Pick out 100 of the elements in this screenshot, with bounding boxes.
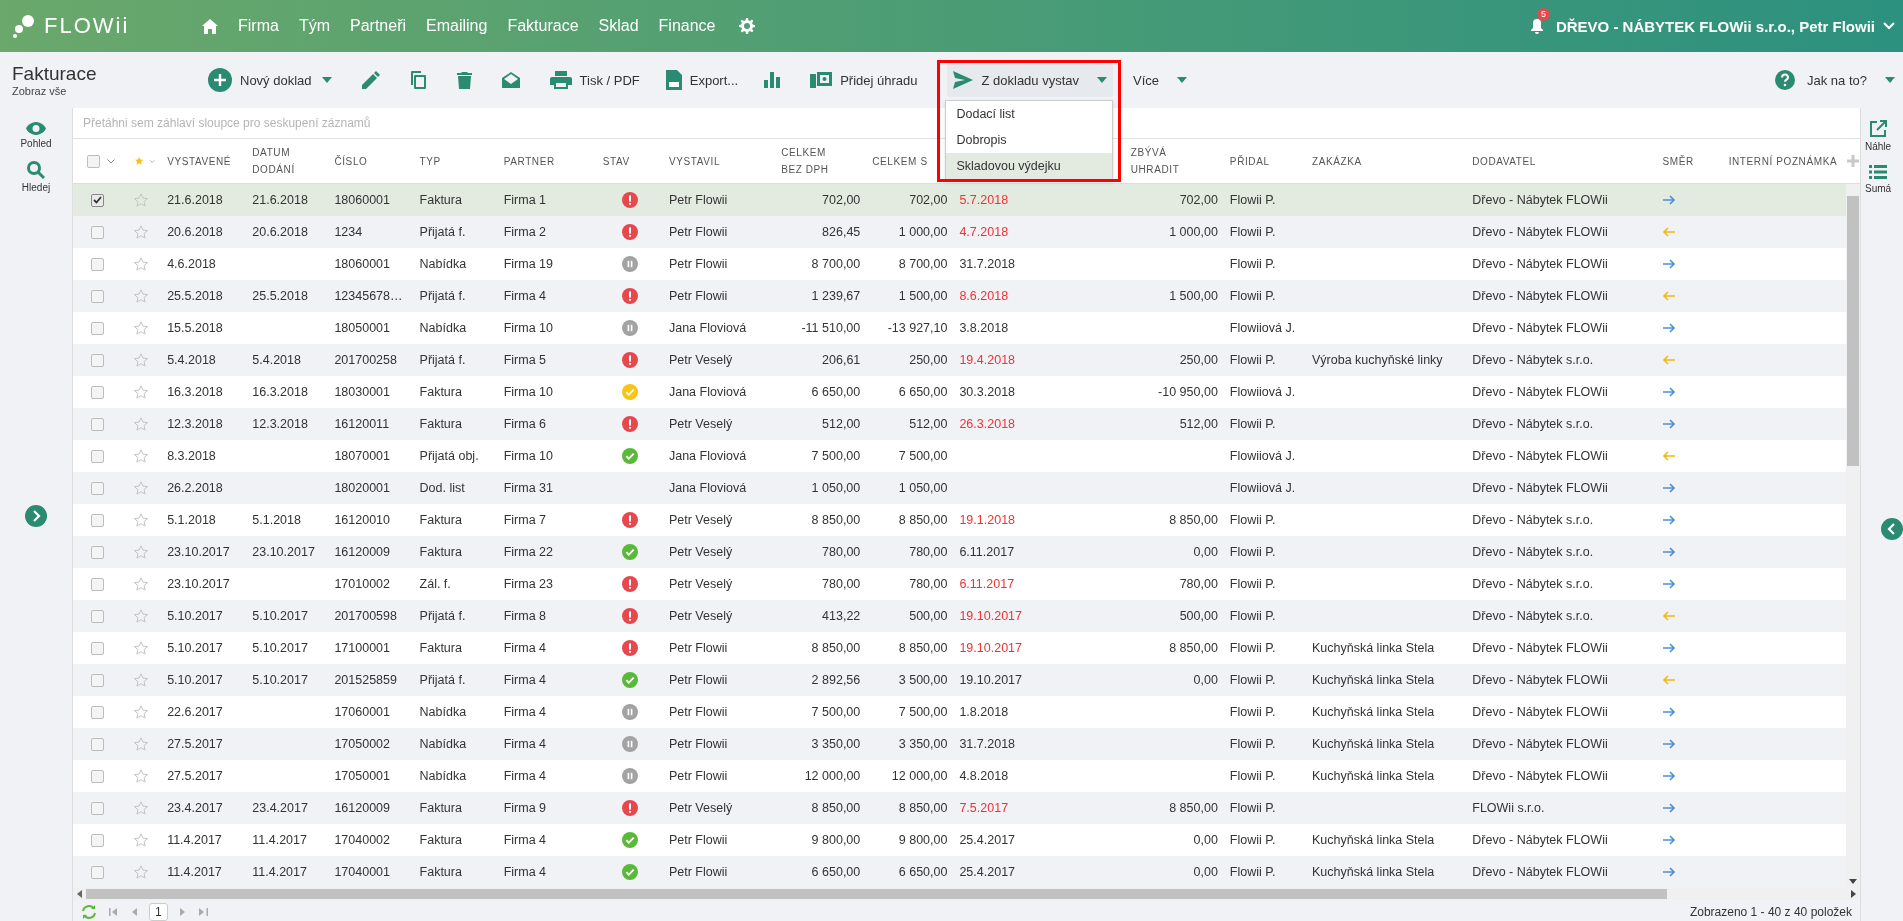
row-checkbox[interactable]: [90, 513, 104, 527]
row-checkbox[interactable]: [90, 225, 104, 239]
table-row[interactable]: 27.5.2017 17050001 Nabídka Firma 4 Petr Flowii 12 000,00 12 000,00 4.8.2018 Flowii P. Kuchyňská linka Stela Dřevo - Nábytek FLOWii: [73, 759, 1846, 792]
table-row[interactable]: 5.10.2017 5.10.2017 201525859 Přijatá f. Firma 4 Petr Flowii 2 892,56 3 500,00 19.10.2017 0,00 Flowii P. Kuchyňská linka Stela Dřevo - Nábytek FLOWii: [73, 663, 1846, 696]
table-row[interactable]: 16.3.2018 16.3.2018 18030001 Faktura Firma 10 Jana Floviová 6 650,00 6 650,00 30.3.2018 -10 950,00 Flowiiová J. Dřevo - Nábytek FLOWii: [73, 375, 1846, 408]
star-icon[interactable]: [134, 800, 149, 815]
star-icon[interactable]: [134, 224, 149, 239]
column-header[interactable]: VYSTAVENÉ: [161, 139, 247, 184]
star-icon[interactable]: [134, 193, 149, 208]
table-row[interactable]: 12.3.2018 12.3.2018 16120011 Faktura Firma 6 Petr Veselý 512,00 512,00 26.3.2018 512,00 Flowii P. Dřevo - Nábytek s.r.o.: [73, 407, 1846, 440]
preview-button[interactable]: Náhle: [1865, 120, 1892, 152]
column-header[interactable]: CELKEM S: [866, 139, 954, 184]
bar-chart-icon[interactable]: [764, 72, 781, 88]
row-checkbox[interactable]: [90, 737, 104, 751]
export-button[interactable]: Export...: [665, 70, 739, 90]
view-button[interactable]: Pohled: [20, 122, 52, 149]
expand-icon[interactable]: [25, 505, 47, 527]
new-document-button[interactable]: Nový doklad: [208, 68, 312, 92]
row-checkbox[interactable]: [90, 545, 104, 559]
help-icon[interactable]: [1775, 70, 1795, 90]
star-icon[interactable]: [134, 288, 149, 303]
star-icon[interactable]: [134, 704, 149, 719]
table-row[interactable]: 20.6.2018 20.6.2018 1234 Přijatá f. Firma 2 Petr Flowii 826,45 1 000,00 4.7.2018 1 000,00 Flowii P. Dřevo - Nábytek FLOWii: [73, 215, 1846, 248]
more-button[interactable]: Více: [1133, 72, 1188, 88]
scrollbar-thumb[interactable]: [1847, 196, 1859, 466]
table-row[interactable]: 21.6.2018 21.6.2018 18060001 Faktura Firma 1 Petr Flowii 702,00 702,00 5.7.2018 702,00 Flowii P. Dřevo - Nábytek FLOWii: [73, 183, 1846, 216]
column-header[interactable]: CELKEM BEZ DPH: [775, 139, 867, 184]
row-checkbox[interactable]: [90, 449, 104, 463]
column-header[interactable]: DATUM DODÁNÍ: [246, 139, 329, 184]
star-icon[interactable]: [134, 768, 149, 783]
star-icon[interactable]: [134, 864, 149, 879]
account-name[interactable]: DŘEVO - NÁBYTEK FLOWii s.r.o., Petr Flowii: [1555, 17, 1875, 35]
chevron-down-icon[interactable]: [107, 158, 115, 164]
column-header[interactable]: ZAKÁZKA: [1306, 139, 1467, 184]
table-row[interactable]: 5.10.2017 5.10.2017 17100001 Faktura Firma 4 Petr Flowii 8 850,00 8 850,00 19.10.2017 8 850,00 Flowii P. Kuchyňská linka Stela Dřevo - Nábytek FLOWii: [73, 631, 1846, 664]
table-row[interactable]: 15.5.2018 18050001 Nabídka Firma 10 Jana Floviová -11 510,00 -13 927,10 3.8.2018 Flowiiová J. Dřevo - Nábytek FLOWii: [73, 311, 1846, 344]
column-header[interactable]: VYSTAVIL: [662, 139, 776, 184]
star-icon[interactable]: [134, 672, 149, 687]
row-checkbox[interactable]: [90, 289, 104, 303]
star-icon[interactable]: [134, 736, 149, 751]
table-row[interactable]: 4.6.2018 18060001 Nabídka Firma 19 Petr Flowii 8 700,00 8 700,00 31.7.2018 Flowii P. Dřevo - Nábytek FLOWii: [73, 247, 1846, 280]
trash-icon[interactable]: [456, 71, 472, 89]
print-button[interactable]: Tisk / PDF: [549, 71, 640, 89]
row-checkbox[interactable]: [90, 193, 104, 207]
table-row[interactable]: 22.6.2017 17060001 Nabídka Firma 4 Petr Flowii 7 500,00 7 500,00 1.8.2018 Flowii P. Kuchyňská linka Stela Dřevo - Nábytek FLOWii: [73, 695, 1846, 728]
first-page-icon[interactable]: [109, 907, 118, 916]
star-icon[interactable]: [134, 416, 149, 431]
column-header[interactable]: DODAVATEL: [1466, 139, 1657, 184]
row-checkbox[interactable]: [90, 673, 104, 687]
scrollbar-thumb[interactable]: [86, 888, 1667, 899]
star-icon[interactable]: [134, 640, 149, 655]
row-checkbox[interactable]: [90, 321, 104, 335]
caret-icon[interactable]: [77, 889, 82, 898]
row-checkbox[interactable]: [90, 257, 104, 271]
row-checkbox[interactable]: [90, 417, 104, 431]
star-icon[interactable]: [134, 576, 149, 591]
next-page-icon[interactable]: [179, 907, 185, 916]
help-button[interactable]: Jak na to?: [1807, 72, 1895, 88]
star-icon[interactable]: [134, 512, 149, 527]
table-row[interactable]: 5.1.2018 5.1.2018 16120010 Faktura Firma 7 Petr Veselý 8 850,00 8 850,00 19.1.2018 8 850,00 Flowii P. Dřevo - Nábytek s.r.o.: [73, 503, 1846, 536]
row-checkbox[interactable]: [90, 385, 104, 399]
refresh-icon[interactable]: [81, 904, 97, 919]
row-checkbox[interactable]: [90, 641, 104, 655]
vertical-scrollbar[interactable]: [1846, 184, 1860, 888]
menu-item[interactable]: Skladovou výdejku: [946, 153, 1113, 179]
star-icon[interactable]: [134, 480, 149, 495]
plus-icon[interactable]: [1847, 155, 1859, 167]
page-button[interactable]: 1: [149, 902, 168, 921]
column-header[interactable]: ZBÝVÁ UHRADIT: [1124, 139, 1224, 184]
table-row[interactable]: 11.4.2017 11.4.2017 17040001 Faktura Firma 4 Petr Flowii 6 650,00 6 650,00 25.4.2017 0,00 Flowii P. Kuchyňská linka Stela Dřevo - Nábytek FLOWii: [73, 855, 1846, 888]
row-checkbox[interactable]: [90, 865, 104, 879]
search-button[interactable]: Hledej: [21, 161, 51, 193]
row-checkbox[interactable]: [90, 769, 104, 783]
home-icon[interactable]: [202, 18, 218, 34]
star-icon[interactable]: [134, 352, 149, 367]
row-checkbox[interactable]: [90, 833, 104, 847]
previous-page-icon[interactable]: [132, 907, 137, 916]
summary-button[interactable]: Sumá: [1865, 164, 1892, 194]
table-row[interactable]: 11.4.2017 11.4.2017 17040002 Faktura Firma 4 Petr Flowii 9 800,00 9 800,00 25.4.2017 0,00 Flowii P. Kuchyňská linka Stela Dřevo - Nábytek FLOWii: [73, 823, 1846, 856]
row-checkbox[interactable]: [90, 609, 104, 623]
column-header[interactable]: PARTNER: [497, 139, 597, 184]
caret-icon[interactable]: [321, 77, 332, 83]
select-all-checkbox[interactable]: [87, 154, 100, 168]
add-payment-button[interactable]: Přidej úhradu: [810, 72, 918, 88]
star-icon[interactable]: [134, 448, 149, 463]
table-row[interactable]: 5.10.2017 5.10.2017 201700598 Přijatá f. Firma 8 Petr Veselý 413,22 500,00 19.10.2017 500,00 Flowii P. Dřevo - Nábytek s.r.o.: [73, 599, 1846, 632]
last-page-icon[interactable]: [198, 907, 208, 916]
star-icon[interactable]: [134, 544, 149, 559]
page-subtitle[interactable]: Zobraz vše: [12, 85, 208, 97]
pencil-icon[interactable]: [361, 71, 380, 89]
column-header[interactable]: TYP: [413, 139, 498, 184]
row-checkbox[interactable]: [90, 705, 104, 719]
row-checkbox[interactable]: [90, 577, 104, 591]
envelope-icon[interactable]: [501, 72, 520, 88]
column-header[interactable]: INTERNÍ POZNÁMKA: [1722, 139, 1846, 184]
star-icon[interactable]: [134, 832, 149, 847]
row-checkbox[interactable]: [90, 481, 104, 495]
table-row[interactable]: 27.5.2017 17050002 Nabídka Firma 4 Petr Flowii 3 350,00 3 350,00 31.7.2018 Flowii P. Kuchyňská linka Stela Dřevo - Nábytek FLOWii: [73, 727, 1846, 760]
table-row[interactable]: 23.10.2017 17010002 Zál. f. Firma 23 Petr Veselý 780,00 780,00 6.11.2017 780,00 Flowii P. Dřevo - Nábytek s.r.o.: [73, 567, 1846, 600]
collapse-icon[interactable]: [1881, 518, 1903, 540]
